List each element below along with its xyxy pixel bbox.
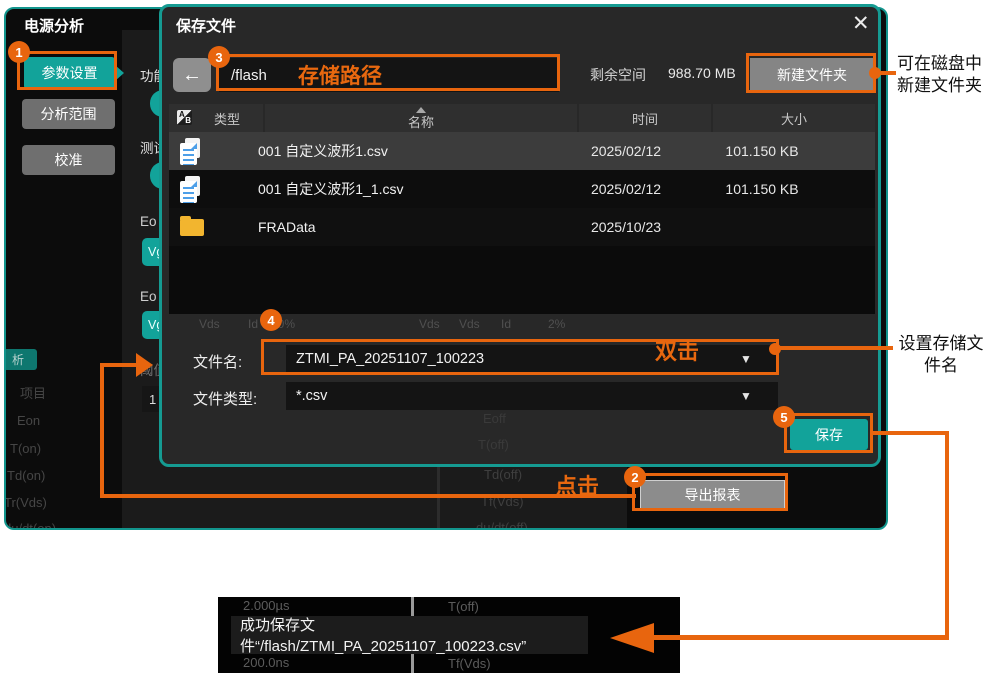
file-type-sort-icon: AB [177, 110, 192, 125]
filetype-label: 文件类型: [193, 388, 257, 409]
sidebar-item-calibration[interactable]: 校准 [22, 145, 115, 175]
sort-ascending-icon [416, 107, 426, 113]
annotation-path-label: 存储路径 [298, 60, 382, 90]
window-title: 电源分析 [24, 15, 84, 36]
step-badge-5: 5 [773, 406, 795, 428]
close-icon[interactable]: ✕ [852, 11, 870, 36]
file-name: 001 自定义波形1.csv [258, 132, 388, 170]
ghost-item: du/dt(on) [4, 521, 56, 530]
ghost-item: Td(off) [484, 467, 522, 482]
ghost-text: Vds [419, 317, 440, 331]
connector-line [100, 363, 138, 367]
ghost-text: Vds [199, 317, 220, 331]
file-list-empty-area [169, 246, 875, 314]
ghost-text: 2% [548, 317, 565, 331]
note-set-filename: 设置存储文 件名 [893, 333, 989, 377]
ghost-analysis-tab: 析 [4, 349, 37, 370]
step-badge-2: 2 [624, 466, 646, 488]
chevron-down-icon[interactable]: ▼ [740, 389, 752, 403]
file-time: 2025/10/23 [561, 208, 691, 246]
ghost-item: 项目 [20, 383, 46, 402]
back-button[interactable]: ← [173, 58, 211, 92]
ghost-text: 200.0ns [243, 655, 289, 670]
file-name: 001 自定义波形1_1.csv [258, 170, 404, 208]
file-time: 2025/02/12 [561, 132, 691, 170]
folder-icon [180, 219, 204, 236]
column-header-size[interactable]: 大小 [713, 104, 875, 132]
annotation-click: 点击 [555, 469, 599, 501]
highlight-box-parameter-settings [17, 51, 117, 90]
free-space-value: 988.70 MB [668, 65, 736, 81]
ghost-eoff-label: Eo [140, 289, 157, 304]
table-row-selected[interactable]: 001 自定义波形1.csv 2025/02/12 101.150 KB [169, 132, 875, 170]
table-row[interactable]: FRAData 2025/10/23 [169, 208, 875, 246]
table-row[interactable]: 001 自定义波形1_1.csv 2025/02/12 101.150 KB [169, 170, 875, 208]
highlight-box-save [784, 413, 873, 453]
column-header-label: 名称 [408, 112, 434, 131]
annotation-double-click: 双击 [655, 334, 699, 366]
ghost-item: Tr(Vds) [4, 495, 47, 510]
file-size: 101.150 KB [692, 170, 832, 208]
ghost-text: T(off) [448, 599, 479, 614]
dialog-title: 保存文件 [176, 15, 236, 36]
sidebar-item-analysis-range[interactable]: 分析范围 [22, 99, 115, 129]
arrow-right-icon [136, 353, 153, 377]
highlight-box-path [216, 54, 560, 91]
ghost-eon-label: Eo [140, 214, 157, 229]
note-line: 新建文件夹 [897, 75, 989, 97]
ghost-text: 2.000µs [243, 598, 290, 613]
toast-message-text: 成功保存文件“/flash/ZTMI_PA_20251107_100223.cs… [240, 614, 588, 656]
free-space-label: 剩余空间 [590, 65, 646, 85]
note-line: 可在磁盘中 [897, 53, 989, 75]
csv-file-icon [180, 176, 204, 203]
step-badge-3: 3 [208, 46, 230, 68]
column-header-label: 大小 [781, 109, 807, 128]
connector-line [945, 431, 949, 639]
file-size [692, 208, 832, 246]
highlight-box-filename [261, 339, 779, 375]
ghost-item: du/dt(off) [476, 520, 528, 530]
column-header-time[interactable]: 时间 [579, 104, 711, 132]
arrow-left-icon [610, 623, 654, 653]
connector-line [871, 431, 949, 435]
sidebar-item-label: 校准 [55, 150, 83, 170]
csv-file-icon [180, 138, 204, 165]
connector-line [100, 364, 104, 498]
file-time: 2025/02/12 [561, 170, 691, 208]
ghost-text: Vds [459, 317, 480, 331]
note-line: 件名 [893, 355, 989, 377]
screen: 电源分析 ✕ 参数设置 分析范围 校准 功能 测试 Eo Vgs Eo Vgs … [0, 0, 1000, 673]
highlight-box-export [632, 473, 788, 511]
file-size: 101.150 KB [692, 132, 832, 170]
column-header-label: 类型 [214, 109, 240, 128]
toast-message: 成功保存文件“/flash/ZTMI_PA_20251107_100223.cs… [231, 616, 588, 654]
note-new-folder: 可在磁盘中 新建文件夹 [897, 53, 989, 97]
highlight-box-new-folder [746, 53, 876, 93]
ghost-text: Id [501, 317, 511, 331]
ghost-text: T(off) [478, 437, 509, 452]
step-badge-1: 1 [8, 41, 30, 63]
column-header-label: 时间 [632, 109, 658, 128]
connector-dot [769, 343, 781, 355]
ghost-text: Id [248, 317, 258, 331]
note-line: 设置存储文 [893, 333, 989, 355]
column-header-name[interactable]: 名称 [265, 104, 577, 132]
filetype-dropdown[interactable]: *.csv [286, 382, 778, 410]
connector-dot [869, 67, 881, 79]
connector-line [653, 635, 949, 640]
filename-label: 文件名: [193, 351, 242, 372]
ghost-item: Td(on) [7, 468, 45, 483]
filetype-value: *.csv [296, 388, 327, 404]
ghost-item: T(on) [10, 441, 41, 456]
ghost-text: Eoff [483, 411, 506, 426]
ghost-text: Tf(Vds) [448, 656, 491, 671]
sidebar-item-label: 分析范围 [41, 104, 97, 124]
ghost-item: Eon [17, 413, 40, 428]
step-badge-4: 4 [260, 309, 282, 331]
column-header-type[interactable]: AB 类型 [169, 104, 263, 132]
connector-line [775, 346, 893, 350]
back-arrow-icon: ← [182, 64, 202, 87]
file-name: FRAData [258, 208, 316, 246]
